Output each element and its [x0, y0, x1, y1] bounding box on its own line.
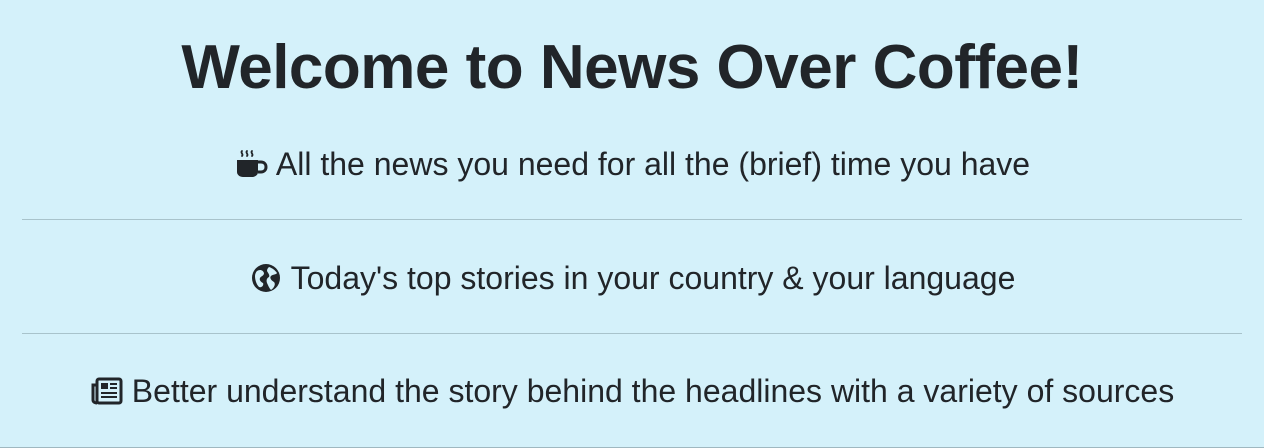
feature-text-news-brief: All the news you need for all the (brief…: [275, 146, 1031, 182]
feature-row-variety-of-sources: Better understand the story behind the h…: [0, 371, 1264, 411]
page-title: Welcome to News Over Coffee!: [181, 33, 1083, 102]
feature-text-top-stories: Today's top stories in your country & yo…: [290, 260, 1016, 296]
divider: [22, 219, 1242, 220]
feature-row-top-stories: Today's top stories in your country & yo…: [0, 258, 1264, 298]
feature-text-variety-of-sources: Better understand the story behind the h…: [131, 373, 1175, 409]
feature-row-news-brief: All the news you need for all the (brief…: [0, 144, 1264, 184]
globe-icon: [249, 261, 283, 295]
welcome-panel: Welcome to News Over Coffee! All the new…: [0, 0, 1264, 448]
coffee-cup-icon: [234, 147, 268, 181]
newspaper-icon: [90, 374, 124, 408]
divider: [22, 333, 1242, 334]
